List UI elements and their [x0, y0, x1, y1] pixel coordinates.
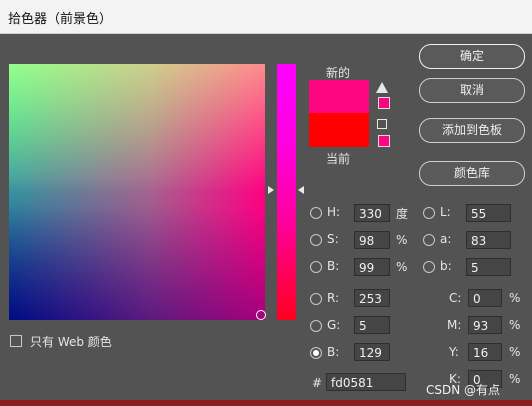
y-field[interactable]: 16: [468, 343, 502, 361]
hue-slider-left-handle[interactable]: [268, 186, 274, 194]
s-label: S:: [327, 232, 339, 246]
c-unit: %: [509, 291, 521, 305]
background-strip: [0, 400, 532, 406]
title-bar: 拾色器（前景色）: [0, 0, 532, 34]
l-field[interactable]: 55: [466, 204, 511, 222]
color-libraries-button[interactable]: 颜色库: [419, 161, 525, 186]
hex-label: #: [312, 376, 323, 390]
hue-slider-right-handle[interactable]: [298, 186, 304, 194]
radio-b-blue[interactable]: [310, 347, 322, 359]
radio-r[interactable]: [310, 293, 322, 305]
gamut-correction-swatch[interactable]: [378, 97, 390, 109]
hue-slider[interactable]: [277, 64, 296, 320]
y-label: Y:: [449, 345, 459, 359]
radio-s[interactable]: [310, 234, 322, 246]
web-colors-only-checkbox[interactable]: [10, 335, 22, 347]
current-color-label: 当前: [326, 152, 351, 166]
h-field[interactable]: 330: [354, 204, 390, 222]
m-label: M:: [447, 318, 462, 332]
radio-b-lab[interactable]: [423, 261, 435, 273]
radio-b-brightness[interactable]: [310, 261, 322, 273]
new-color-label: 新的: [326, 66, 351, 80]
b-blue-label: B:: [327, 345, 340, 359]
b-brightness-label: B:: [327, 259, 340, 273]
radio-l[interactable]: [423, 207, 435, 219]
watermark-text: CSDN @有点: [426, 383, 501, 397]
add-to-swatches-button[interactable]: 添加到色板: [419, 118, 525, 143]
ok-button[interactable]: 确定: [419, 44, 525, 69]
radio-h[interactable]: [310, 207, 322, 219]
b-lab-field[interactable]: 5: [466, 258, 511, 276]
window-title: 拾色器（前景色）: [8, 12, 113, 27]
h-label: H:: [327, 205, 341, 219]
m-field[interactable]: 93: [468, 316, 502, 334]
c-field[interactable]: 0: [468, 289, 502, 307]
hex-field[interactable]: fd0581: [326, 373, 406, 391]
s-field[interactable]: 98: [354, 231, 390, 249]
radio-g[interactable]: [310, 320, 322, 332]
current-color-swatch[interactable]: [309, 113, 369, 147]
web-safe-swatch[interactable]: [378, 135, 390, 147]
b-blue-field[interactable]: 129: [354, 343, 390, 361]
c-label: C:: [449, 291, 462, 305]
new-color-swatch: [309, 80, 369, 113]
s-unit: %: [396, 233, 408, 247]
r-field[interactable]: 253: [354, 289, 390, 307]
b-brightness-unit: %: [396, 260, 408, 274]
radio-a[interactable]: [423, 234, 435, 246]
color-field-shade: [9, 64, 265, 320]
k-unit: %: [509, 372, 521, 386]
a-label: a:: [440, 232, 452, 246]
g-label: G:: [327, 318, 341, 332]
b-lab-label: b:: [440, 259, 452, 273]
l-label: L:: [440, 205, 451, 219]
g-field[interactable]: 5: [354, 316, 390, 334]
h-unit: 度: [396, 207, 409, 221]
color-field-cursor[interactable]: [256, 310, 266, 320]
y-unit: %: [509, 345, 521, 359]
web-safe-cube-icon[interactable]: [377, 119, 387, 129]
out-of-gamut-warning-icon[interactable]: [376, 82, 388, 93]
b-brightness-field[interactable]: 99: [354, 258, 390, 276]
m-unit: %: [509, 318, 521, 332]
cancel-button[interactable]: 取消: [419, 78, 525, 103]
a-field[interactable]: 83: [466, 231, 511, 249]
r-label: R:: [327, 291, 340, 305]
web-colors-only-label: 只有 Web 颜色: [30, 335, 112, 349]
